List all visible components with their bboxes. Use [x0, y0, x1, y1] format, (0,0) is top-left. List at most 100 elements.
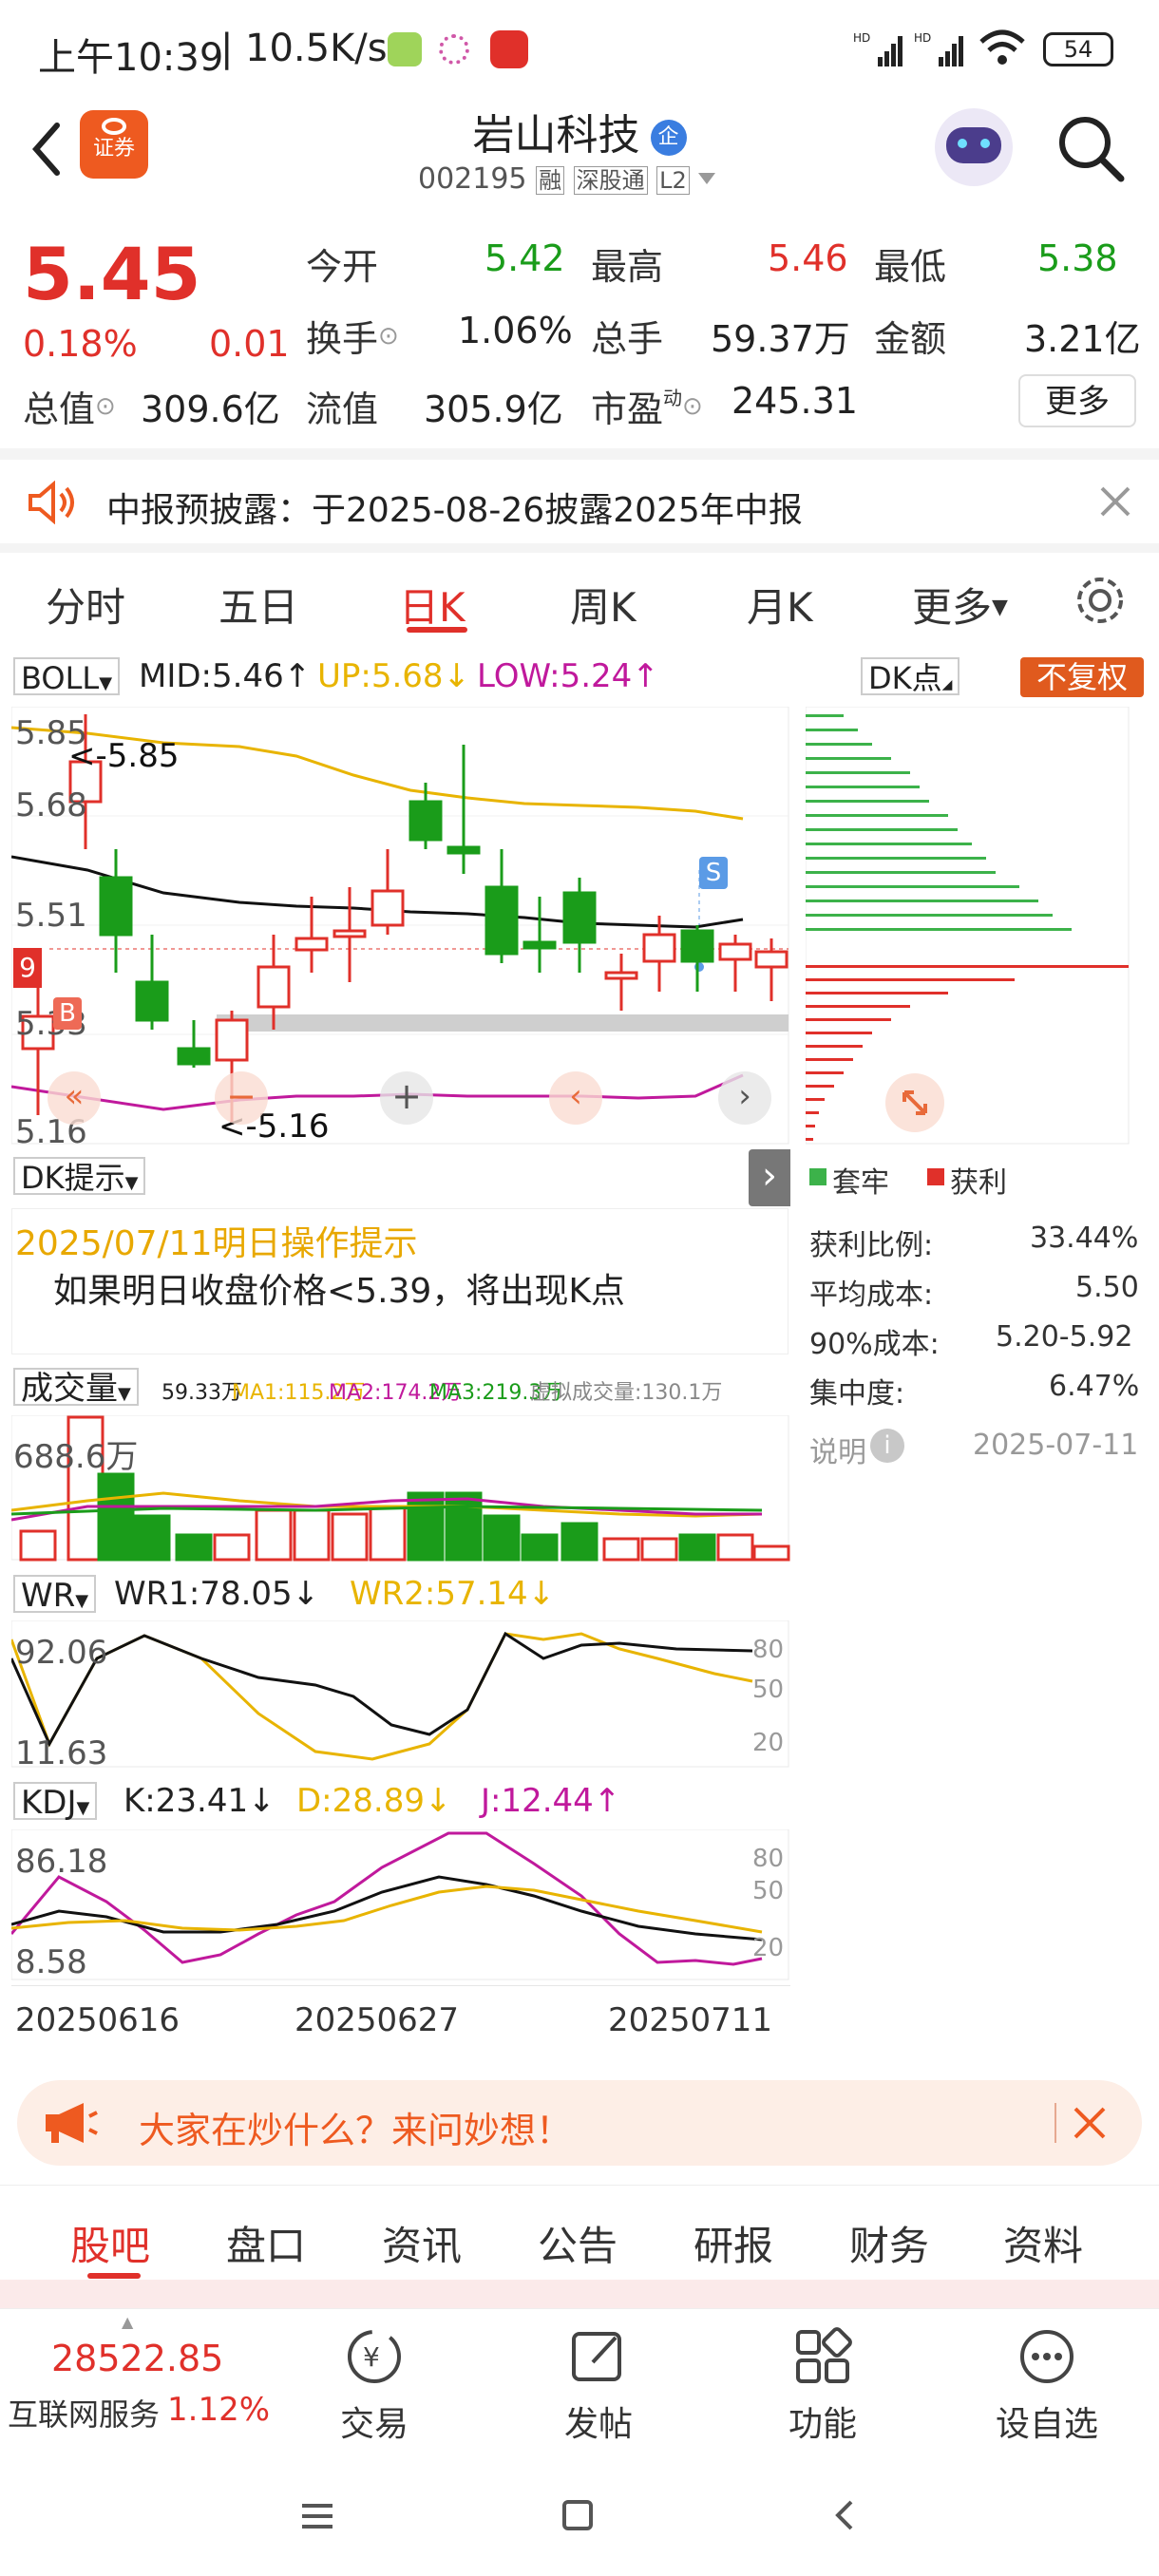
tab-more[interactable]: 更多▼ [912, 576, 1008, 634]
index-change: 1.12% [167, 2391, 271, 2429]
trade-icon: ¥ [348, 2330, 401, 2383]
turnover-info-icon[interactable]: ⊙ [378, 322, 399, 350]
current-price: 5.45 [23, 232, 201, 316]
expand-chip-icon[interactable] [885, 1073, 944, 1132]
tab-order-book[interactable]: 盘口 [226, 2214, 306, 2272]
tab-news[interactable]: 资讯 [382, 2214, 462, 2272]
collapse-side-icon[interactable]: › [749, 1149, 790, 1206]
volume-label: 总手 [591, 318, 664, 360]
wr-selector[interactable]: WR▼ [13, 1575, 97, 1615]
back-nav-icon[interactable] [830, 2498, 859, 2532]
nav-trade[interactable]: ¥ 交易 [298, 2326, 450, 2446]
chip-profit-bar-13 [806, 1138, 813, 1141]
candle-body-3 [135, 980, 169, 1022]
app-red-icon [490, 30, 528, 68]
high-price-marker: <-5.85 [68, 737, 180, 775]
chip-profit-bar-1 [806, 978, 1015, 981]
dk-point-button[interactable]: DK点◢ [861, 657, 960, 696]
volume-bar-8 [331, 1512, 369, 1562]
wr-axis-50: 50 [752, 1676, 785, 1704]
chart-settings-icon[interactable] [1072, 572, 1129, 629]
search-icon[interactable] [1056, 114, 1127, 184]
wr-chart[interactable] [11, 1620, 790, 1769]
zoom-in-icon[interactable]: + [380, 1071, 433, 1125]
tab-announcements[interactable]: 公告 [538, 2214, 618, 2272]
nav-post[interactable]: 发帖 [522, 2326, 674, 2446]
candle-body-17 [680, 929, 714, 963]
stock-code: 002195 [418, 162, 527, 196]
volume-bar-16 [640, 1537, 678, 1562]
notice-bar[interactable]: 中报预披露：于2025-08-26披露2025年中报 [0, 448, 1159, 553]
dk-point-label: DK点 [868, 660, 942, 696]
kdj-selector[interactable]: KDJ▼ [13, 1782, 98, 1822]
tab-daily-k[interactable]: 日K [399, 576, 466, 634]
tab-more-label: 更多 [912, 584, 993, 631]
scroll-left-icon[interactable]: « [48, 1071, 101, 1125]
pe-label-text: 市盈 [591, 388, 664, 430]
kdj-selector-label: KDJ [21, 1784, 77, 1822]
home-icon[interactable] [562, 2500, 593, 2530]
robot-avatar[interactable] [935, 108, 1013, 186]
chip-profit-bar-9 [806, 1085, 834, 1088]
no-adjust-button[interactable]: 不复权 [1020, 657, 1144, 697]
tab-profile[interactable]: 资料 [1003, 2214, 1083, 2272]
candle-body-8 [332, 929, 367, 938]
mktcap-info-icon[interactable]: ⊙ [95, 392, 116, 421]
amount-value: 3.21亿 [1024, 318, 1141, 360]
stock-header: 证券 岩山科技 企 002195 融 深股通 L2 [0, 95, 1159, 211]
menu-icon[interactable] [300, 2502, 334, 2530]
nav-functions[interactable]: 功能 [747, 2326, 899, 2446]
close-notice-icon[interactable] [1098, 484, 1132, 519]
wr2-value: WR2:57.14↓ [350, 1575, 556, 1613]
kdj-j-line [11, 1831, 763, 1966]
nav-watchlist[interactable]: 设自选 [971, 2326, 1123, 2446]
chip-trapped-bar-1 [806, 729, 858, 731]
volume-bar-14 [560, 1522, 598, 1562]
tab-finance[interactable]: 财务 [849, 2214, 929, 2272]
boll-selector[interactable]: BOLL▼ [13, 657, 121, 696]
code-dropdown-icon[interactable] [698, 173, 716, 184]
candle-body-16 [642, 933, 676, 963]
kdj-j-value: J:12.44↑ [481, 1782, 621, 1820]
index-name[interactable]: 互联网服务 [8, 2391, 160, 2434]
tab-intraday[interactable]: 分时 [46, 576, 125, 634]
tab-five-day[interactable]: 五日 [218, 576, 298, 634]
content-strip [0, 2280, 1159, 2308]
wr-bottom-label: 11.63 [15, 1734, 108, 1772]
candle-body-5 [215, 1018, 249, 1062]
more-button[interactable]: 更多 [1018, 374, 1136, 427]
date-end: 20250711 [608, 2001, 773, 2039]
close-promo-icon[interactable] [1072, 2105, 1108, 2141]
pe-info-icon[interactable]: ⊙ [682, 392, 703, 421]
cost90-label: 90%成本: [809, 1328, 940, 1361]
tab-research[interactable]: 研报 [694, 2214, 773, 2272]
nav-watchlist-label: 设自选 [995, 2405, 1098, 2444]
chip-info-icon[interactable]: i [870, 1429, 904, 1463]
dk-hint-selector[interactable]: DK提示▼ [13, 1157, 146, 1196]
volume-selector[interactable]: 成交量▼ [13, 1368, 139, 1408]
index-value[interactable]: 28522.85 [51, 2338, 223, 2379]
chip-note-label: 说明 [809, 1436, 866, 1469]
tab-weekly-k[interactable]: 周K [570, 576, 636, 634]
concentration-label: 集中度: [809, 1377, 905, 1411]
candle-body-18 [718, 942, 752, 961]
chip-distribution-chart[interactable] [806, 707, 1130, 1146]
pe-value: 245.31 [732, 380, 858, 422]
stock-code-row[interactable]: 002195 融 深股通 L2 [418, 161, 716, 196]
chip-profit-bar-12 [806, 1125, 815, 1127]
chip-profit-bar-6 [806, 1045, 863, 1048]
bottom-navigation: ▲ 28522.85 互联网服务 1.12% ¥ 交易 发帖 功能 设自选 [0, 2308, 1159, 2461]
ask-promo-bar[interactable]: 大家在炒什么？来问妙想！ [17, 2080, 1142, 2166]
kline-y-5.68: 5.68 [15, 786, 87, 824]
chip-trapped-bar-6 [806, 800, 929, 803]
quote-panel: 5.45 0.18% 0.01 今开 5.42 最高 5.46 最低 5.38 … [0, 211, 1159, 448]
float-label: 流值 [306, 388, 379, 430]
volume-selector-label: 成交量 [21, 1370, 118, 1408]
tab-monthly-k[interactable]: 月K [747, 576, 813, 634]
prev-icon[interactable]: ‹ [549, 1071, 602, 1125]
next-icon[interactable]: › [718, 1071, 771, 1125]
kdj-chart[interactable] [11, 1829, 790, 1981]
tab-forum[interactable]: 股吧 [70, 2214, 150, 2272]
functions-icon [796, 2327, 852, 2383]
zoom-out-icon[interactable]: − [215, 1071, 268, 1125]
